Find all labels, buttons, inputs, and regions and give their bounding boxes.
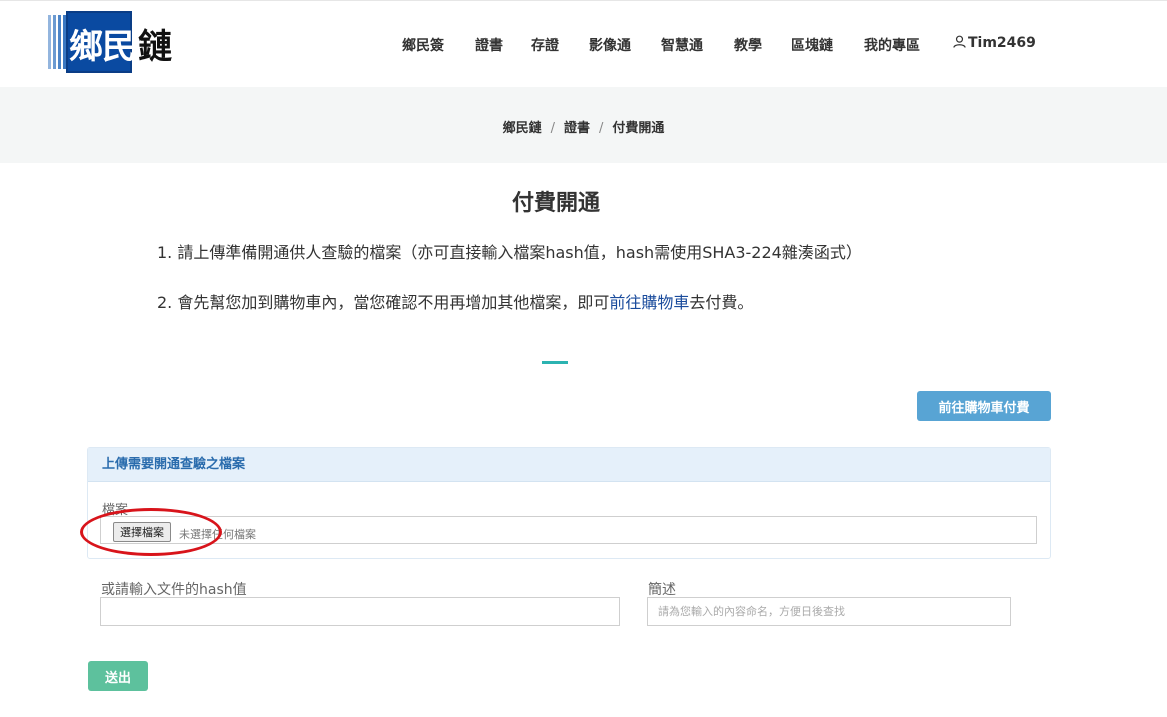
breadcrumb-band: 鄉民鏈 / 證書 / 付費開通: [0, 87, 1167, 163]
instruction-step-2: 2. 會先幫您加到購物車內，當您確認不用再增加其他檔案，即可前往購物車去付費。: [157, 289, 753, 313]
site-header: 鄉民 鏈 鄉民簽 證書 存證 影像通 智慧通 教學 區塊鏈 我的專區 Tim24…: [0, 0, 1167, 87]
user-name: Tim2469: [968, 35, 1036, 51]
go-to-cart-button[interactable]: 前往購物車付費: [917, 391, 1051, 421]
breadcrumb: 鄉民鏈 / 證書 / 付費開通: [0, 117, 1167, 136]
nav-item-image[interactable]: 影像通: [589, 35, 631, 55]
breadcrumb-separator: /: [550, 121, 555, 136]
nav-item-certificate[interactable]: 證書: [475, 35, 503, 55]
step-2-suffix: 去付費。: [689, 293, 754, 312]
annotation-circle: [80, 508, 222, 556]
hash-input[interactable]: [100, 597, 620, 626]
page-title: 付費開通: [511, 191, 600, 216]
main-nav: 鄉民簽 證書 存證 影像通 智慧通 教學 區塊鏈 我的專區 Tim2469: [0, 35, 1167, 57]
step-2-prefix: 2. 會先幫您加到購物車內，當您確認不用再增加其他檔案，即可: [157, 293, 610, 312]
breadcrumb-home[interactable]: 鄉民鏈: [503, 121, 542, 136]
description-input[interactable]: [647, 597, 1011, 626]
nav-item-tutorial[interactable]: 教學: [734, 35, 762, 55]
nav-item-my-area[interactable]: 我的專區: [864, 35, 920, 55]
section-divider: [542, 361, 568, 364]
nav-item-user[interactable]: Tim2469: [953, 35, 1036, 51]
upload-panel-heading: 上傳需要開通查驗之檔案: [88, 448, 1050, 482]
breadcrumb-current: 付費開通: [612, 121, 665, 136]
nav-item-blockchain[interactable]: 區塊鏈: [791, 35, 833, 55]
go-to-cart-link[interactable]: 前往購物車: [609, 293, 689, 312]
breadcrumb-certificate[interactable]: 證書: [564, 121, 590, 136]
hash-label: 或請輸入文件的hash值: [101, 582, 247, 598]
breadcrumb-separator: /: [599, 121, 604, 136]
nav-item-smart[interactable]: 智慧通: [661, 35, 703, 55]
description-label: 簡述: [648, 582, 676, 598]
nav-item-signature[interactable]: 鄉民簽: [402, 35, 444, 55]
file-input[interactable]: 選擇檔案 未選擇任何檔案: [100, 516, 1037, 544]
submit-button[interactable]: 送出: [88, 661, 148, 691]
instruction-step-1: 1. 請上傳準備開通供人查驗的檔案（亦可直接輸入檔案hash值，hash需使用S…: [157, 243, 862, 262]
nav-item-evidence[interactable]: 存證: [531, 35, 559, 55]
user-icon: [953, 35, 966, 48]
